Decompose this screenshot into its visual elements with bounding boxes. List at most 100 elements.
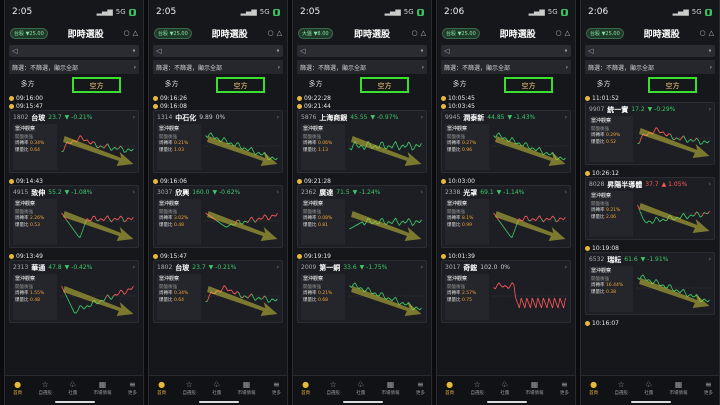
- search-icon[interactable]: ○: [412, 29, 418, 37]
- signal-feed[interactable]: 10:05:45 10:03:45 9945 潤泰新 44.85 ▼ -1.43% › 當沖觀…: [437, 94, 575, 323]
- bell-icon[interactable]: △: [709, 29, 714, 37]
- close-icon[interactable]: •: [564, 47, 568, 55]
- stock-card[interactable]: 8028 昇陽半導體 37.7 ▲ 1.05% › 當沖觀察 開盤後強 周轉率 9.21% 爆量…: [585, 177, 715, 240]
- chevron-right-icon[interactable]: ›: [277, 264, 279, 271]
- nav-watchlist[interactable]: ☆ 自選股: [614, 380, 628, 396]
- nav-watchlist[interactable]: ☆ 自選股: [182, 380, 196, 396]
- nav-watchlist[interactable]: ☆ 自選股: [326, 380, 340, 396]
- signal-feed[interactable]: 09:22:28 09:21:44 5876 上海商銀 45.55 ▼ -0.97% › 當沖…: [293, 94, 431, 323]
- close-icon[interactable]: •: [420, 47, 424, 55]
- market-index-pill[interactable]: 大盤 ▼8.00: [298, 27, 333, 39]
- nav-home[interactable]: ● 首頁: [13, 380, 22, 396]
- nav-market[interactable]: ▦ 市場情報: [526, 380, 544, 396]
- market-index-pill[interactable]: 台股 ▼25.00: [586, 27, 624, 39]
- bell-icon[interactable]: △: [277, 29, 282, 37]
- announcement-bar[interactable]: ◁ •: [585, 45, 715, 57]
- search-icon[interactable]: ○: [267, 29, 273, 37]
- chevron-right-icon[interactable]: ›: [421, 114, 423, 121]
- nav-more[interactable]: ≡ 更多: [704, 380, 713, 396]
- chevron-right-icon[interactable]: ›: [565, 114, 567, 121]
- tab-long[interactable]: 多方: [581, 77, 626, 93]
- stock-card[interactable]: 5876 上海商銀 45.55 ▼ -0.97% › 當沖觀察 開盤後強 周轉率 0.06% 爆…: [297, 110, 427, 173]
- bell-icon[interactable]: △: [565, 29, 570, 37]
- chevron-right-icon[interactable]: ›: [277, 189, 279, 196]
- nav-more[interactable]: ≡ 更多: [416, 380, 425, 396]
- stock-card[interactable]: 3037 欣興 160.0 ▼ -0.62% › 當沖觀察 開盤後強 周轉率 3.02% 爆量比…: [153, 185, 283, 248]
- nav-market[interactable]: ▦ 市場情報: [94, 380, 112, 396]
- chevron-right-icon[interactable]: ›: [277, 114, 279, 121]
- chevron-right-icon[interactable]: ›: [133, 264, 135, 271]
- filter-bar[interactable]: 篩選：不篩選，顯示全部 ›: [297, 60, 427, 74]
- nav-home[interactable]: ● 首頁: [301, 380, 310, 396]
- nav-home[interactable]: ● 首頁: [589, 380, 598, 396]
- stock-card[interactable]: 3017 奇鋐 102.0 0% › 當沖觀察 開盤後強 周轉率 2.57% 爆量比 0.75: [441, 260, 571, 323]
- nav-watchlist[interactable]: ☆ 自選股: [470, 380, 484, 396]
- filter-bar[interactable]: 篩選：不篩選，顯示全部 ›: [9, 60, 139, 74]
- close-icon[interactable]: •: [276, 47, 280, 55]
- market-index-pill[interactable]: 台股 ▼25.00: [154, 27, 192, 39]
- chevron-right-icon[interactable]: ›: [709, 106, 711, 113]
- tab-long[interactable]: 多方: [437, 77, 482, 93]
- chevron-right-icon[interactable]: ›: [421, 189, 423, 196]
- signal-feed[interactable]: 11:01:52 9907 統一實 17.2 ▼ -0.29% › 當沖觀察 開盤後強 周轉率 …: [581, 94, 719, 327]
- nav-home[interactable]: ● 首頁: [157, 380, 166, 396]
- stock-card[interactable]: 9907 統一實 17.2 ▼ -0.29% › 當沖觀察 開盤後強 周轉率 0.29% 爆量比…: [585, 102, 715, 165]
- filter-bar[interactable]: 篩選：不篩選，顯示全部 ›: [585, 60, 715, 74]
- stock-card[interactable]: 4915 致伸 55.2 ▼ -1.08% › 當沖觀察 開盤後強 周轉率 2.26% 爆量比 …: [9, 185, 139, 248]
- tab-short[interactable]: 空方: [72, 77, 121, 93]
- stock-card[interactable]: 2338 光罩 69.1 ▼ -1.14% › 當沖觀察 開盤後強 周轉率 8.1% 爆量比 0…: [441, 185, 571, 248]
- tab-short[interactable]: 空方: [648, 77, 697, 93]
- stock-card[interactable]: 1802 台玻 23.7 ▼ -0.21% › 當沖觀察 開盤後強 周轉率 0.34% 爆量比 …: [9, 110, 139, 173]
- filter-bar[interactable]: 篩選：不篩選，顯示全部 ›: [441, 60, 571, 74]
- chevron-right-icon[interactable]: ›: [565, 189, 567, 196]
- announcement-bar[interactable]: ◁ •: [441, 45, 571, 57]
- stock-card[interactable]: 1314 中石化 9.89 0% › 當沖觀察 開盤後強 周轉率 0.21% 爆量比 1.03: [153, 110, 283, 173]
- tab-short[interactable]: 空方: [504, 77, 553, 93]
- close-icon[interactable]: •: [132, 47, 136, 55]
- nav-home[interactable]: ● 首頁: [445, 380, 454, 396]
- tab-long[interactable]: 多方: [5, 77, 50, 93]
- stock-card[interactable]: 2009 第一銅 33.6 ▼ -1.75% › 當沖觀察 開盤後強 周轉率 0.21% 爆量比…: [297, 260, 427, 323]
- announcement-bar[interactable]: ◁ •: [153, 45, 283, 57]
- market-index-pill[interactable]: 台股 ▼25.00: [10, 27, 48, 39]
- nav-more[interactable]: ≡ 更多: [272, 380, 281, 396]
- nav-community[interactable]: ♧ 社團: [500, 380, 509, 396]
- bell-icon[interactable]: △: [133, 29, 138, 37]
- nav-watchlist[interactable]: ☆ 自選股: [38, 380, 52, 396]
- nav-market[interactable]: ▦ 市場情報: [382, 380, 400, 396]
- stock-card[interactable]: 1802 台玻 23.7 ▼ -0.21% › 當沖觀察 開盤後強 周轉率 0.34% 爆量比 …: [153, 260, 283, 323]
- signal-feed[interactable]: 09:16:00 09:15:47 1802 台玻 23.7 ▼ -0.21% › 當沖觀察開…: [5, 94, 143, 323]
- search-icon[interactable]: ○: [699, 29, 705, 37]
- bell-icon[interactable]: △: [421, 29, 426, 37]
- stock-card[interactable]: 2362 廣達 71.5 ▼ -1.24% › 當沖觀察 開盤後強 周轉率 0.08% 爆量比 …: [297, 185, 427, 248]
- nav-community[interactable]: ♧ 社團: [212, 380, 221, 396]
- market-index-pill[interactable]: 台股 ▼25.00: [442, 27, 480, 39]
- tab-short[interactable]: 空方: [360, 77, 409, 93]
- nav-more[interactable]: ≡ 更多: [128, 380, 137, 396]
- chevron-right-icon[interactable]: ›: [709, 256, 711, 263]
- tab-long[interactable]: 多方: [149, 77, 194, 93]
- nav-community[interactable]: ♧ 社團: [356, 380, 365, 396]
- chevron-right-icon[interactable]: ›: [709, 181, 711, 188]
- chevron-right-icon[interactable]: ›: [421, 264, 423, 271]
- nav-market[interactable]: ▦ 市場情報: [670, 380, 688, 396]
- stock-card[interactable]: 6532 瑞耘 61.6 ▼ -1.91% › 當沖觀察 開盤後強 周轉率 16.44% 爆量比…: [585, 252, 715, 315]
- nav-market[interactable]: ▦ 市場情報: [238, 380, 256, 396]
- nav-more[interactable]: ≡ 更多: [560, 380, 569, 396]
- stock-card[interactable]: 9945 潤泰新 44.85 ▼ -1.43% › 當沖觀察 開盤後強 周轉率 0.27% 爆量…: [441, 110, 571, 173]
- announcement-bar[interactable]: ◁ •: [297, 45, 427, 57]
- stock-card[interactable]: 2313 華通 47.8 ▼ -0.42% › 當沖觀察 開盤後強 周轉率 1.55% 爆量比 …: [9, 260, 139, 323]
- chevron-right-icon[interactable]: ›: [133, 114, 135, 121]
- search-icon[interactable]: ○: [555, 29, 561, 37]
- chevron-right-icon[interactable]: ›: [565, 264, 567, 271]
- tab-long[interactable]: 多方: [293, 77, 338, 93]
- nav-community[interactable]: ♧ 社團: [68, 380, 77, 396]
- filter-bar[interactable]: 篩選：不篩選，顯示全部 ›: [153, 60, 283, 74]
- search-icon[interactable]: ○: [123, 29, 129, 37]
- close-icon[interactable]: •: [708, 47, 712, 55]
- signal-feed[interactable]: 09:16:26 09:16:08 1314 中石化 9.89 0% › 當沖觀察 開盤後強 周轉…: [149, 94, 287, 323]
- tab-short[interactable]: 空方: [216, 77, 265, 93]
- announcement-bar[interactable]: ◁ •: [9, 45, 139, 57]
- chevron-right-icon[interactable]: ›: [133, 189, 135, 196]
- nav-community[interactable]: ♧ 社團: [644, 380, 653, 396]
